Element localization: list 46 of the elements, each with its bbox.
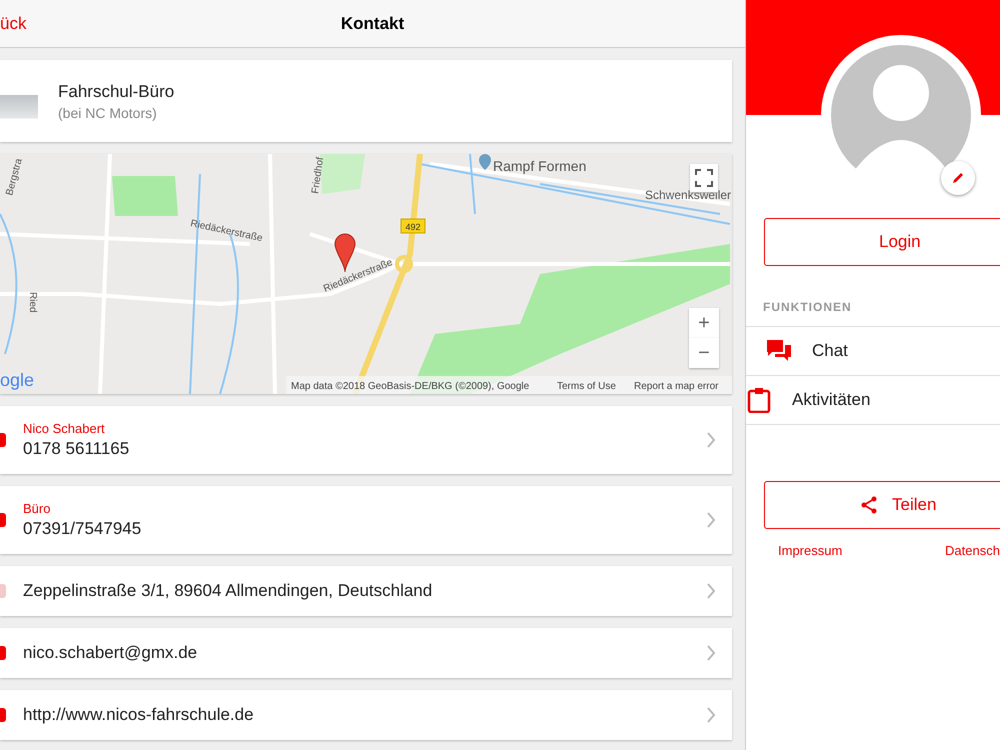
share-button[interactable]: Teilen — [764, 481, 1000, 529]
chevron-icon — [706, 707, 716, 723]
footer-link[interactable]: Datensch — [945, 543, 1000, 558]
map-label: Ried — [27, 292, 38, 313]
contact-row[interactable]: Nico Schabert 0178 5611165 — [0, 406, 732, 474]
map-label: Bergstra — [4, 157, 25, 197]
zoom-out-button[interactable]: − — [689, 338, 719, 368]
contact-label: Nico Schabert — [23, 421, 106, 436]
contact-row[interactable]: http://www.nicos-fahrschule.de — [0, 690, 732, 740]
contact-value: 0178 5611165 — [23, 439, 130, 459]
contact-value: Zeppelinstraße 3/1, 89604 Allmendingen, Deutschland — [23, 581, 434, 601]
zoom-in-button[interactable]: + — [689, 308, 719, 338]
footer-link[interactable]: Impressum — [778, 543, 945, 558]
map-label: Schwenksweiler — [645, 188, 732, 202]
contact-label: Büro — [23, 501, 52, 516]
chevron-icon — [706, 583, 716, 599]
menu-item[interactable]: Aktivitäten — [746, 375, 1000, 424]
contact-value: 07391/7547945 — [23, 519, 142, 539]
terms-link[interactable]: Terms of Use — [557, 381, 616, 392]
login-button[interactable]: Login — [764, 218, 1000, 266]
map-label: Friedhof — [310, 156, 326, 194]
office-subtitle: (bei NC Motors) — [58, 104, 158, 120]
contact-row[interactable]: Zeppelinstraße 3/1, 89604 Allmendingen, Deutschland — [0, 566, 732, 616]
section-heading: FUNKTIONEN — [763, 300, 853, 314]
road-number-sign: 492 — [400, 218, 426, 234]
report-link[interactable]: Report a map error — [634, 381, 718, 392]
edit-icon[interactable] — [941, 161, 975, 195]
page-title: Kontakt — [340, 14, 404, 34]
chevron-icon — [706, 512, 716, 528]
map-label: Rampf Formen — [493, 158, 586, 174]
contact-value: http://www.nicos-fahrschule.de — [23, 705, 255, 725]
menu-item[interactable]: Chat — [746, 327, 1000, 375]
contact-row[interactable]: nico.schabert@gmx.de — [0, 628, 732, 678]
share-icon — [860, 496, 878, 514]
place-pin-icon — [479, 154, 491, 170]
chevron-icon — [706, 645, 716, 661]
contact-row[interactable]: Büro 07391/7547945 — [0, 486, 732, 554]
fullscreen-icon[interactable] — [690, 164, 718, 192]
chat-icon — [766, 339, 792, 363]
clipboard-icon — [746, 387, 772, 413]
map-attribution: Map data ©2018 GeoBasis-DE/BKG (©2009), Google — [291, 381, 530, 392]
chevron-icon — [706, 432, 716, 448]
contact-value: nico.schabert@gmx.de — [23, 643, 198, 663]
office-name: Fahrschul-Büro — [58, 82, 174, 102]
back-button[interactable]: ück — [0, 14, 26, 34]
map-logo: ogle — [0, 370, 34, 390]
